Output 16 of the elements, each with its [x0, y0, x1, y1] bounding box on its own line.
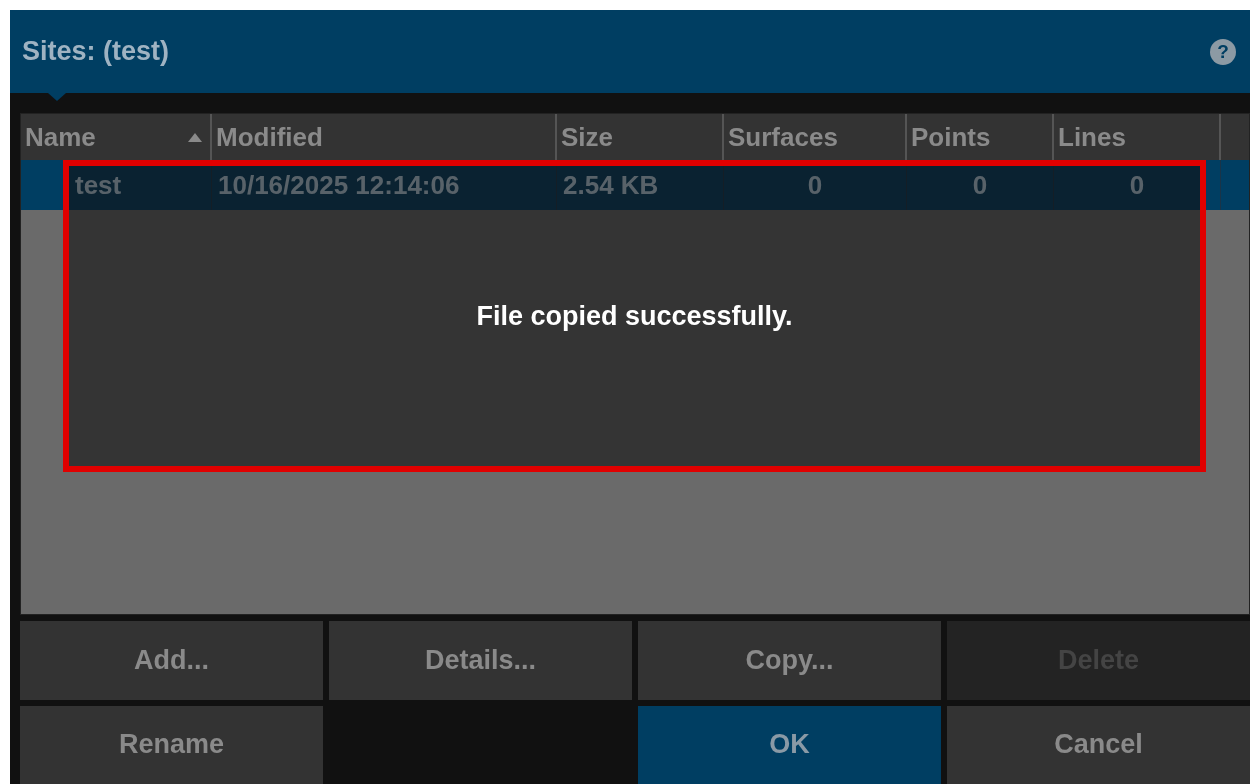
- message-text: File copied successfully.: [476, 300, 793, 332]
- dialog-button[interactable]: Rename: [20, 705, 323, 784]
- dialog-button[interactable]: Details...: [329, 621, 632, 700]
- table-cell: 0: [724, 160, 907, 210]
- dialog-button[interactable]: Cancel: [947, 705, 1250, 784]
- help-icon[interactable]: ?: [1210, 38, 1236, 65]
- table-cell: 10/16/2025 12:14:06: [212, 160, 557, 210]
- dialog-button[interactable]: Copy...: [638, 621, 941, 700]
- table-cell: test: [21, 160, 212, 210]
- table-row[interactable]: test 10/16/2025 12:14:06 2.54 KB 0 0 0: [21, 160, 1249, 210]
- table-cell: 0: [1054, 160, 1221, 210]
- dialog-button[interactable]: OK: [638, 705, 941, 784]
- table-cell: 2.54 KB: [557, 160, 724, 210]
- dialog-button[interactable]: Add...: [20, 621, 323, 700]
- window-title: Sites: (test): [22, 36, 170, 67]
- table-cell: 0: [907, 160, 1054, 210]
